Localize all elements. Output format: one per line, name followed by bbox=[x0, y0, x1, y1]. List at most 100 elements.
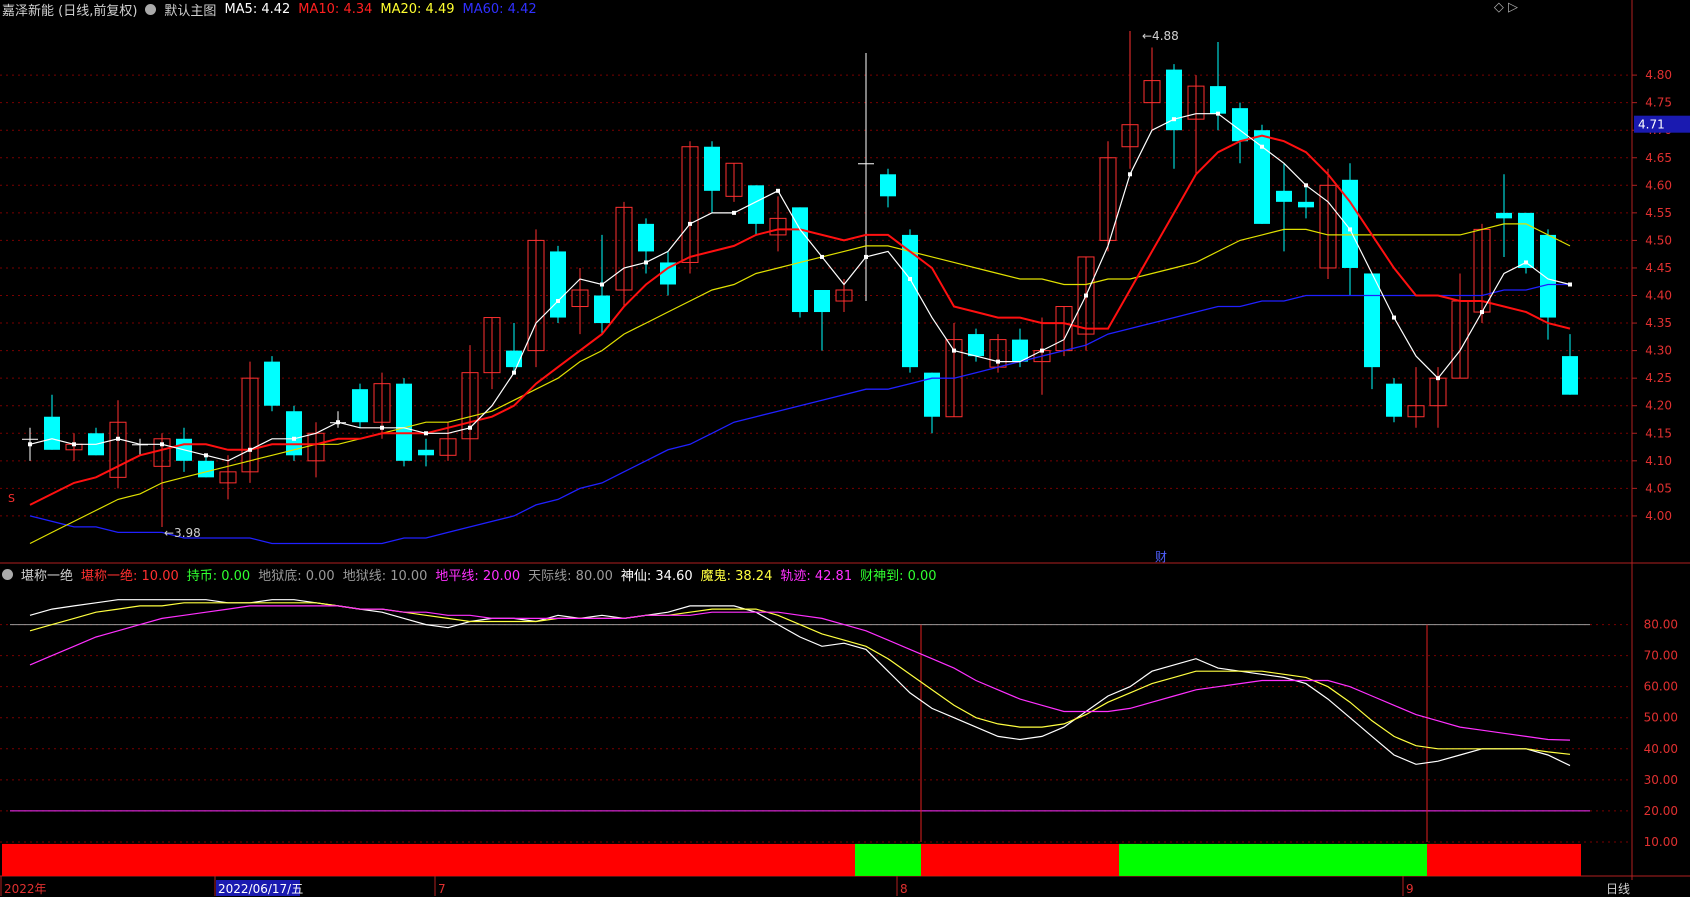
period-label[interactable]: 日线 bbox=[1606, 880, 1630, 897]
candle-body-down bbox=[1364, 273, 1380, 368]
guiji-line bbox=[29, 605, 1571, 741]
ma5-point bbox=[116, 436, 120, 441]
ma5-point bbox=[732, 210, 736, 215]
signal-bar-green bbox=[1119, 843, 1449, 876]
ma5-point bbox=[72, 442, 76, 447]
price-tick-label: 4.65 bbox=[1645, 151, 1672, 165]
date-axis-label: 2022年 bbox=[4, 882, 47, 896]
price-tick-label: 4.25 bbox=[1645, 371, 1672, 385]
ma5-point bbox=[28, 442, 32, 447]
ma5-point bbox=[468, 425, 472, 430]
candle-body-down bbox=[1210, 86, 1226, 114]
candle-body-down bbox=[968, 334, 984, 357]
candle-body-down bbox=[1496, 212, 1512, 219]
ma5-point bbox=[424, 431, 428, 436]
indicator-tick-label: 40.00 bbox=[1644, 742, 1678, 756]
price-tick-label: 4.40 bbox=[1645, 289, 1672, 303]
indicator-tick-label: 50.00 bbox=[1644, 711, 1678, 725]
ma5-point bbox=[556, 299, 560, 304]
ma5-point bbox=[512, 370, 516, 375]
ma5-point bbox=[1216, 111, 1220, 116]
ma5-point bbox=[1348, 227, 1352, 232]
indicator-tick-label: 10.00 bbox=[1644, 835, 1678, 849]
ma5-point bbox=[1480, 310, 1484, 315]
price-tick-label: 4.45 bbox=[1645, 261, 1672, 275]
candle-body-down bbox=[858, 163, 874, 165]
ma5-point bbox=[1304, 183, 1308, 188]
price-tick-label: 4.55 bbox=[1645, 206, 1672, 220]
date-axis-label: 2022/06/17/五 bbox=[218, 882, 303, 896]
ma5-point bbox=[248, 447, 252, 452]
signal-bar-red bbox=[1427, 843, 1581, 876]
signal-bar-red bbox=[2, 843, 877, 876]
candle-body-down bbox=[638, 223, 654, 252]
ma5-point bbox=[1524, 260, 1528, 265]
candle-body-down bbox=[814, 290, 830, 313]
chart-stage: 嘉泽新能 (日线,前复权) 默认主图 MA5: 4.42 MA10: 4.34 … bbox=[0, 0, 1690, 897]
candle-body-down bbox=[550, 251, 566, 318]
candle-body-down bbox=[1254, 130, 1270, 224]
ma5-point bbox=[380, 425, 384, 430]
low-price-annotation: ←3.98 bbox=[164, 526, 201, 540]
ma10-line bbox=[29, 134, 1571, 506]
candle-body-down bbox=[352, 389, 368, 423]
ma5-point bbox=[688, 221, 692, 226]
indicator-tick-label: 30.00 bbox=[1644, 773, 1678, 787]
price-tick-label: 4.05 bbox=[1645, 481, 1672, 495]
price-tick-label: 4.30 bbox=[1645, 344, 1672, 358]
candle-body-down bbox=[880, 174, 896, 197]
ma5-point bbox=[600, 282, 604, 287]
ma5-point bbox=[908, 276, 912, 281]
price-tick-label: 4.15 bbox=[1645, 426, 1672, 440]
ma5-point bbox=[1568, 282, 1572, 287]
ma5-point bbox=[1392, 315, 1396, 320]
candle-body-down bbox=[1232, 108, 1248, 142]
candle-body-down bbox=[1276, 190, 1292, 202]
candle-body-down bbox=[1562, 356, 1578, 395]
ma5-point bbox=[776, 188, 780, 193]
ma5-point bbox=[952, 348, 956, 353]
date-axis-label: 8 bbox=[900, 882, 908, 896]
price-tick-label: 4.20 bbox=[1645, 399, 1672, 413]
mogui-line bbox=[29, 602, 1571, 755]
ma5-point bbox=[820, 254, 824, 259]
finance-event-marker: 财 bbox=[1155, 550, 1167, 564]
date-axis-label: 9 bbox=[1406, 882, 1414, 896]
price-tick-label: 4.10 bbox=[1645, 454, 1672, 468]
candle-body-down bbox=[22, 438, 38, 440]
candle-body-down bbox=[1518, 212, 1534, 268]
candle-body-down bbox=[1298, 201, 1314, 208]
indicator-tick-label: 80.00 bbox=[1644, 618, 1678, 632]
high-price-annotation: ←4.88 bbox=[1142, 29, 1179, 43]
signal-bar-red bbox=[921, 843, 1141, 876]
indicator-tick-label: 60.00 bbox=[1644, 680, 1678, 694]
price-tick-label: 4.35 bbox=[1645, 316, 1672, 330]
price-tick-label: 4.00 bbox=[1645, 509, 1672, 523]
candle-body-down bbox=[264, 361, 280, 406]
indicator-tick-label: 20.00 bbox=[1644, 804, 1678, 818]
ma5-point bbox=[1084, 293, 1088, 298]
price-tick-label: 4.50 bbox=[1645, 233, 1672, 247]
price-tick-label: 4.60 bbox=[1645, 178, 1672, 192]
price-tick-label: 4.80 bbox=[1645, 68, 1672, 82]
ma5-point bbox=[160, 442, 164, 447]
price-tick-label: 4.75 bbox=[1645, 96, 1672, 110]
date-axis-label: 7 bbox=[438, 882, 446, 896]
indicator-tick-label: 70.00 bbox=[1644, 649, 1678, 663]
ma5-point bbox=[1260, 144, 1264, 149]
candle-body-down bbox=[198, 460, 214, 478]
candle-body-down bbox=[1540, 234, 1556, 318]
current-price-label: 4.71 bbox=[1638, 118, 1665, 132]
ma5-point bbox=[336, 420, 340, 425]
candle-body-down bbox=[594, 295, 610, 324]
ma5-point bbox=[864, 254, 868, 259]
candle-body-down bbox=[704, 146, 720, 191]
ma5-point bbox=[292, 436, 296, 441]
candle-body-down bbox=[1342, 179, 1358, 268]
ma5-point bbox=[1128, 172, 1132, 177]
candle-body-down bbox=[396, 383, 412, 461]
ma5-point bbox=[1040, 348, 1044, 353]
ma5-point bbox=[644, 260, 648, 265]
s-marker: S bbox=[8, 492, 15, 505]
candle-body-down bbox=[792, 207, 808, 313]
